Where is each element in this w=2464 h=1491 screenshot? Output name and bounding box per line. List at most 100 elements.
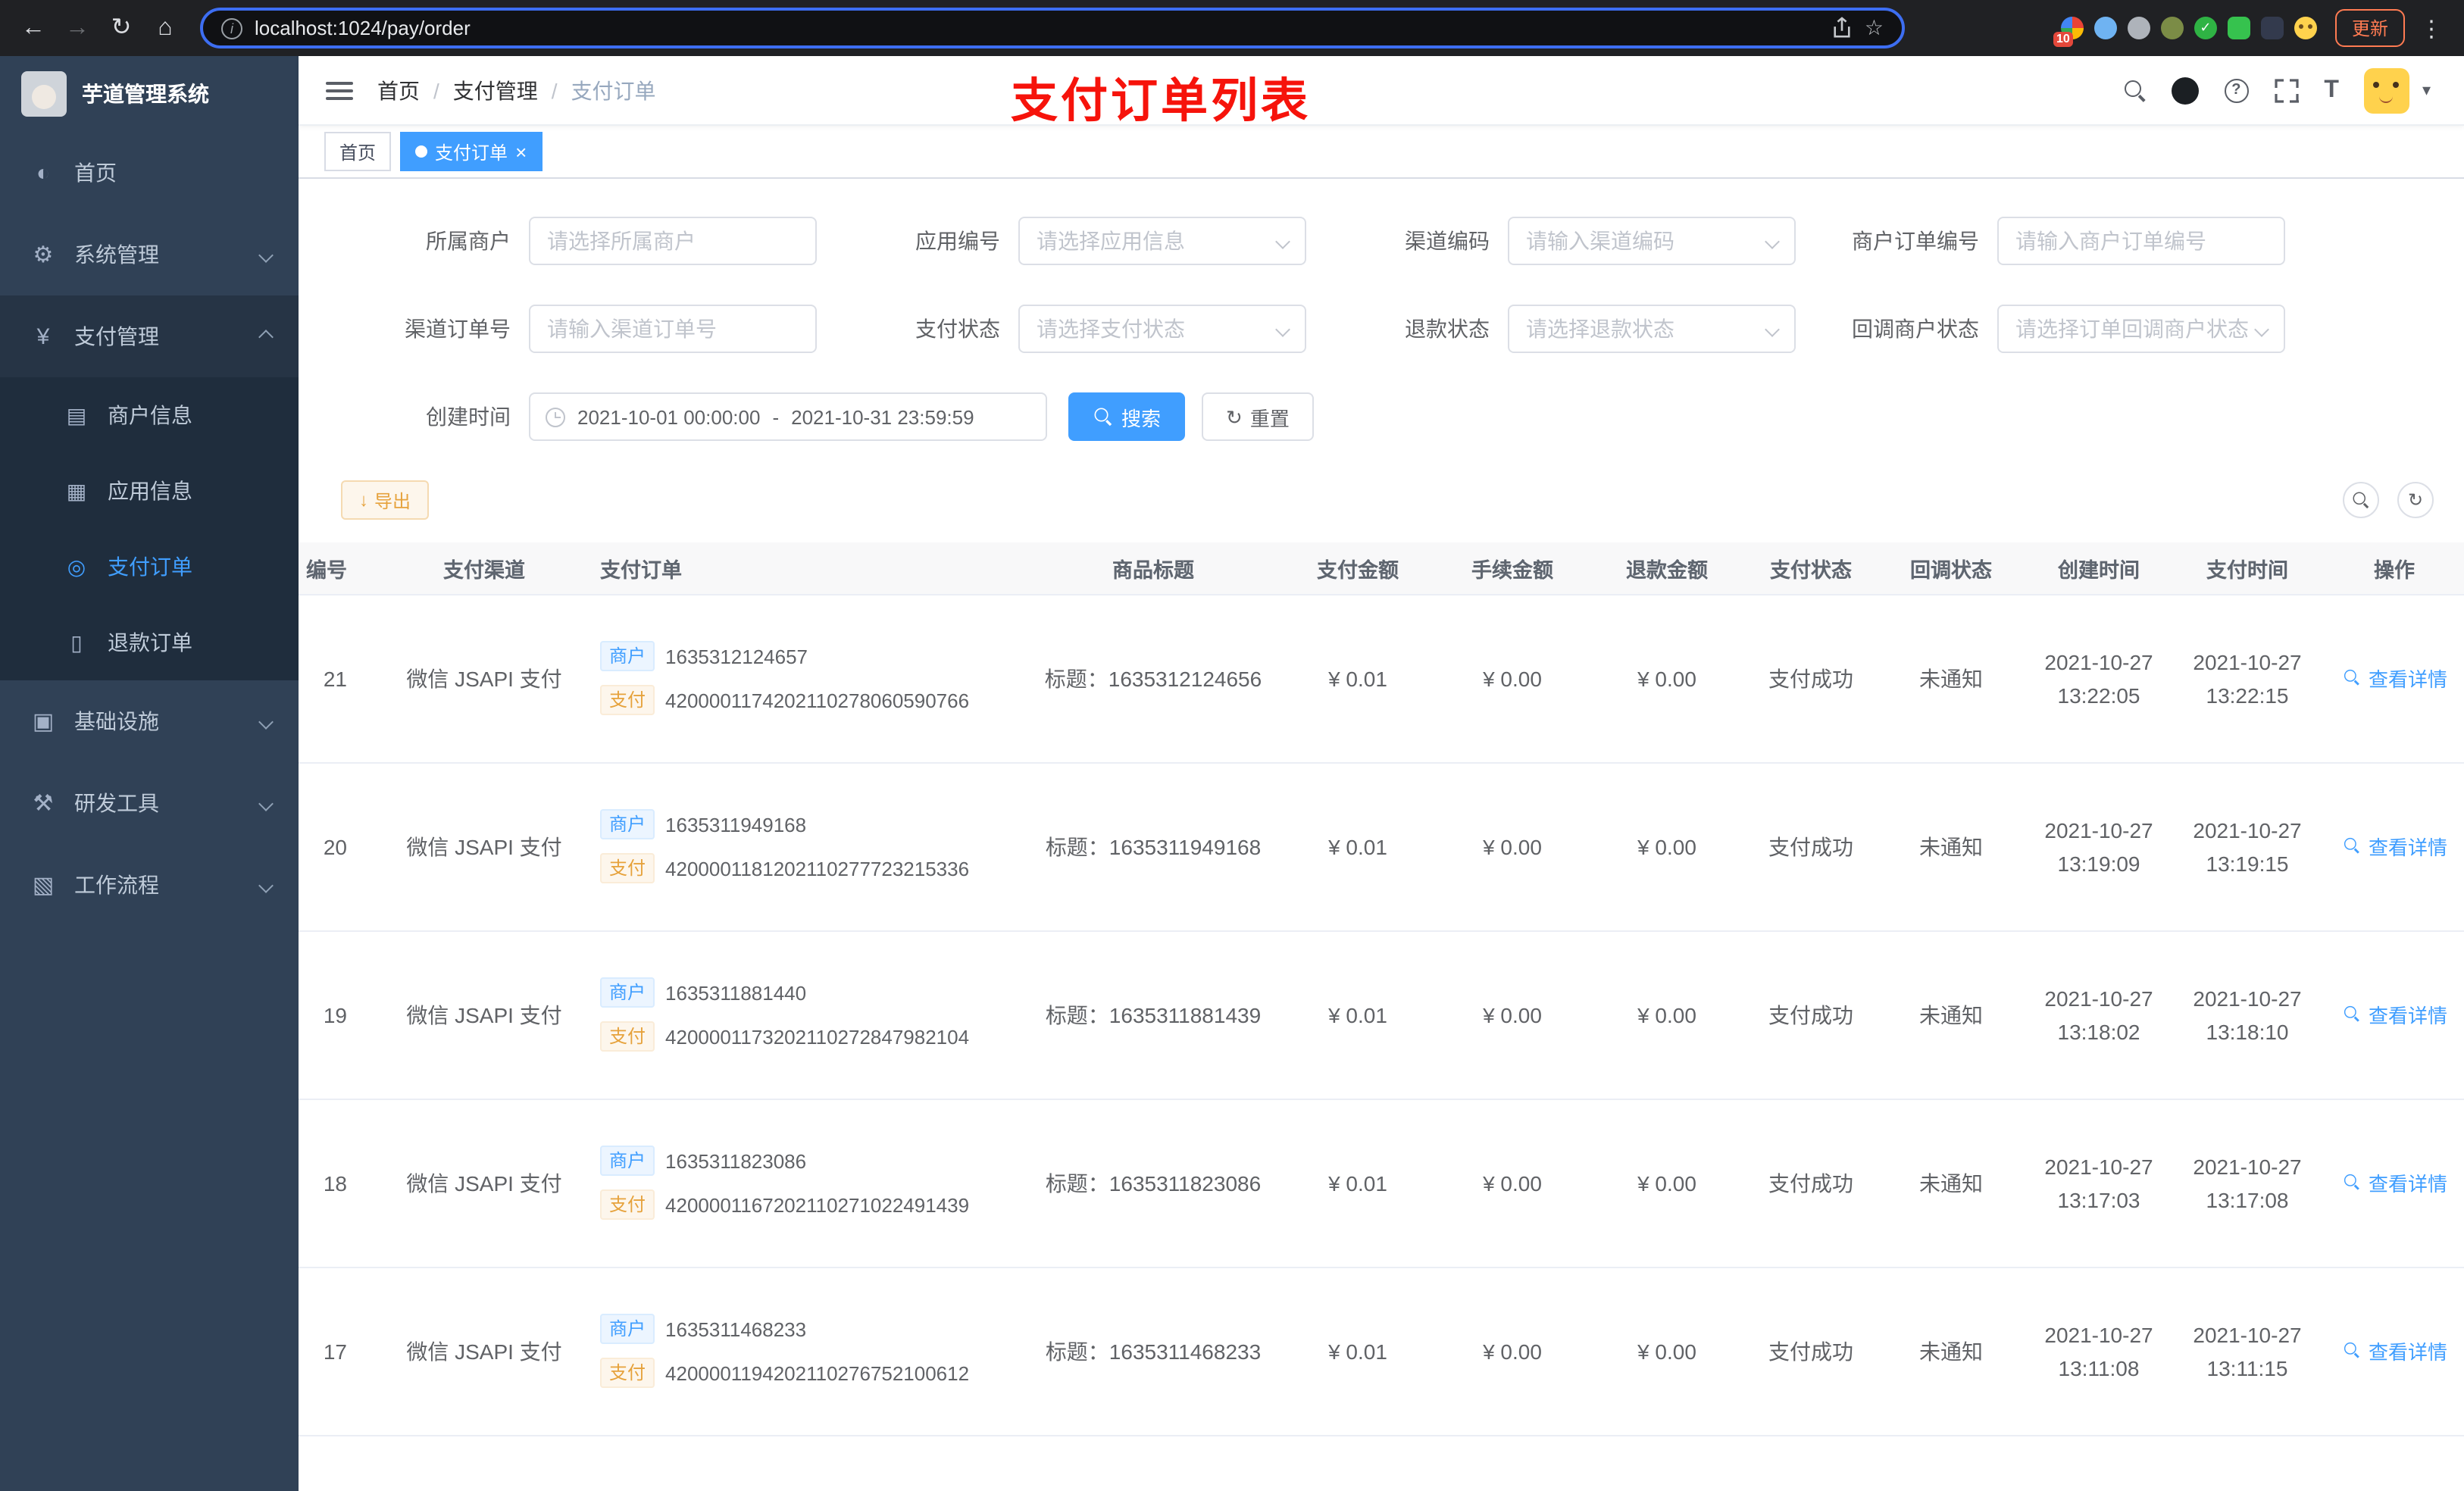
browser-update-button[interactable]: 更新 bbox=[2334, 9, 2405, 47]
view-detail-link[interactable]: 查看详情 bbox=[2341, 664, 2447, 692]
tab-pay-order[interactable]: 支付订单 × bbox=[400, 132, 543, 171]
sidebar-item-home[interactable]: ◐ 首页 bbox=[0, 132, 299, 214]
view-detail-link[interactable]: 查看详情 bbox=[2341, 832, 2447, 861]
share-icon[interactable] bbox=[1833, 17, 1853, 39]
cell-amount: ¥ 0.01 bbox=[1282, 1267, 1434, 1436]
extension-emoji-icon[interactable] bbox=[2294, 17, 2317, 39]
col-action: 操作 bbox=[2320, 542, 2464, 595]
cell-action: 查看详情 bbox=[2320, 594, 2464, 763]
refresh-table-button[interactable]: ↻ bbox=[2397, 482, 2434, 518]
help-icon[interactable] bbox=[2224, 78, 2249, 102]
cell-id: 17 bbox=[299, 1267, 383, 1436]
cell-create-time: 2021-10-27 13:11:08 bbox=[2023, 1267, 2175, 1436]
reload-icon[interactable]: ↻ bbox=[106, 15, 136, 40]
view-detail-link[interactable]: 查看详情 bbox=[2341, 1000, 2447, 1029]
browser-extensions: 10 bbox=[2053, 17, 2317, 47]
chevron-down-icon bbox=[1275, 233, 1290, 248]
table-row: 19 微信 JSAPI 支付 商户 1635311881440 支付 4200001… bbox=[299, 930, 2464, 1099]
extensions-puzzle-icon[interactable]: 10 bbox=[2053, 17, 2084, 47]
sidebar-item-devtools[interactable]: ⚒ 研发工具 bbox=[0, 762, 299, 844]
sidebar-item-payment[interactable]: ¥ 支付管理 bbox=[0, 295, 299, 377]
notify-status-select[interactable]: 请选择订单回调商户状态 bbox=[1997, 305, 2285, 353]
app-filter-select[interactable]: 请选择应用信息 bbox=[1018, 217, 1306, 265]
extension-icon[interactable] bbox=[2093, 17, 2117, 39]
chevron-down-icon bbox=[258, 796, 274, 811]
channel-code-select[interactable]: 请输入渠道编码 bbox=[1508, 217, 1796, 265]
browser-menu-icon[interactable]: ⋮ bbox=[2417, 14, 2446, 42]
cell-channel: 微信 JSAPI 支付 bbox=[383, 594, 585, 763]
github-icon[interactable] bbox=[2171, 77, 2199, 104]
view-detail-link[interactable]: 查看详情 bbox=[2341, 1336, 2447, 1365]
col-notify: 回调状态 bbox=[1879, 542, 2023, 595]
channel-order-no-input[interactable] bbox=[529, 305, 817, 353]
cell-amount bbox=[1282, 1435, 1434, 1491]
search-icon[interactable] bbox=[2124, 80, 2145, 101]
app-frame: 芋道管理系统 ◐ 首页 ⚙ 系统管理 ¥ 支付管理 ▤ 商户信息 ▦ 应用信息 … bbox=[0, 56, 2464, 1491]
refund-status-select[interactable]: 请选择退款状态 bbox=[1508, 305, 1796, 353]
sidebar-item-app-info[interactable]: ▦ 应用信息 bbox=[0, 453, 299, 529]
cell-id: 20 bbox=[299, 762, 383, 931]
url-text[interactable]: localhost:1024/pay/order bbox=[255, 17, 1821, 39]
bookmark-star-icon[interactable]: ☆ bbox=[1865, 15, 1884, 41]
table-row: 18 微信 JSAPI 支付 商户 1635311823086 支付 4200001… bbox=[299, 1099, 2464, 1268]
reset-button[interactable]: ↻ 重置 bbox=[1202, 392, 1314, 441]
export-button[interactable]: ↓ 导出 bbox=[341, 480, 430, 520]
extension-check-icon[interactable] bbox=[2194, 17, 2217, 39]
site-info-icon[interactable]: i bbox=[221, 17, 242, 39]
cell-action: 查看详情 bbox=[2320, 1099, 2464, 1268]
close-icon[interactable]: × bbox=[515, 142, 527, 161]
search-icon bbox=[2353, 492, 2369, 508]
caret-down-icon[interactable]: ▾ bbox=[2422, 80, 2431, 100]
search-button[interactable]: 搜索 bbox=[1068, 392, 1186, 441]
cell-status: 支付成功 bbox=[1743, 762, 1879, 931]
filter-create-time: 创建时间 2021-10-01 00:00:00 - 2021-10-31 23… bbox=[327, 392, 1047, 441]
tab-home[interactable]: 首页 bbox=[324, 132, 392, 171]
merchant-filter-input[interactable] bbox=[529, 217, 817, 265]
pay-order-no: 4200001173202110272847982104 bbox=[665, 1025, 970, 1048]
cell-notify: 未通知 bbox=[1879, 1099, 2023, 1268]
extension-icon[interactable] bbox=[2260, 17, 2284, 39]
sidebar-item-label: 工作流程 bbox=[74, 873, 159, 897]
link-label: 查看详情 bbox=[2368, 667, 2447, 691]
col-pay-time: 支付时间 bbox=[2175, 542, 2320, 595]
sidebar-item-system[interactable]: ⚙ 系统管理 bbox=[0, 214, 299, 295]
app-title: 芋道管理系统 bbox=[82, 82, 209, 106]
sidebar-item-label: 支付订单 bbox=[108, 555, 192, 579]
filter-label: 商户订单编号 bbox=[1852, 229, 1979, 253]
cell-title: 标题：1635311949168 bbox=[1024, 762, 1282, 931]
home-icon[interactable]: ⌂ bbox=[150, 15, 180, 40]
sidebar-toggle-icon[interactable] bbox=[326, 77, 353, 104]
filter-channel-order-no: 渠道订单号 bbox=[327, 305, 817, 353]
extension-chat-icon[interactable] bbox=[2227, 17, 2250, 39]
sidebar-item-infrastructure[interactable]: ▣ 基础设施 bbox=[0, 680, 299, 762]
extension-icon[interactable] bbox=[2160, 17, 2184, 39]
sidebar-item-merchant-info[interactable]: ▤ 商户信息 bbox=[0, 377, 299, 453]
breadcrumb-payment[interactable]: 支付管理 bbox=[453, 75, 538, 105]
sidebar-item-refund-order[interactable]: ▯ 退款订单 bbox=[0, 605, 299, 680]
target-icon: ◎ bbox=[67, 554, 86, 578]
create-time-range-picker[interactable]: 2021-10-01 00:00:00 - 2021-10-31 23:59:5… bbox=[529, 392, 1047, 441]
font-size-icon[interactable]: T bbox=[2324, 77, 2339, 104]
cell-channel: 微信 JSAPI 支付 bbox=[383, 1267, 585, 1436]
fullscreen-icon[interactable] bbox=[2274, 78, 2299, 102]
extension-icon[interactable] bbox=[2127, 17, 2150, 39]
breadcrumb-home[interactable]: 首页 bbox=[377, 75, 420, 105]
monitor-icon: ▣ bbox=[32, 709, 55, 735]
tags-view-bar: 首页 支付订单 × bbox=[299, 126, 2464, 179]
back-icon[interactable]: ← bbox=[18, 15, 48, 40]
pay-status-select[interactable]: 请选择支付状态 bbox=[1018, 305, 1306, 353]
sidebar-item-pay-order[interactable]: ◎ 支付订单 bbox=[0, 529, 299, 605]
sidebar-item-label: 支付管理 bbox=[74, 324, 159, 349]
user-avatar[interactable] bbox=[2364, 67, 2410, 113]
view-detail-link[interactable]: 查看详情 bbox=[2341, 1168, 2447, 1197]
cell-fee: ¥ 0.00 bbox=[1434, 1267, 1591, 1436]
toggle-search-button[interactable] bbox=[2343, 482, 2379, 518]
cell-channel: 微信 JSAPI 支付 bbox=[383, 1435, 585, 1491]
cell-pay-time: 2021-10-27 13:11:15 bbox=[2175, 1267, 2320, 1436]
merchant-order-no-input[interactable] bbox=[1997, 217, 2285, 265]
app-logo[interactable]: 芋道管理系统 bbox=[0, 56, 299, 132]
address-bar[interactable]: i localhost:1024/pay/order ☆ bbox=[200, 8, 1905, 48]
sidebar-item-workflow[interactable]: ▧ 工作流程 bbox=[0, 844, 299, 926]
forward-icon[interactable]: → bbox=[62, 15, 92, 40]
cell-amount: ¥ 0.01 bbox=[1282, 930, 1434, 1099]
